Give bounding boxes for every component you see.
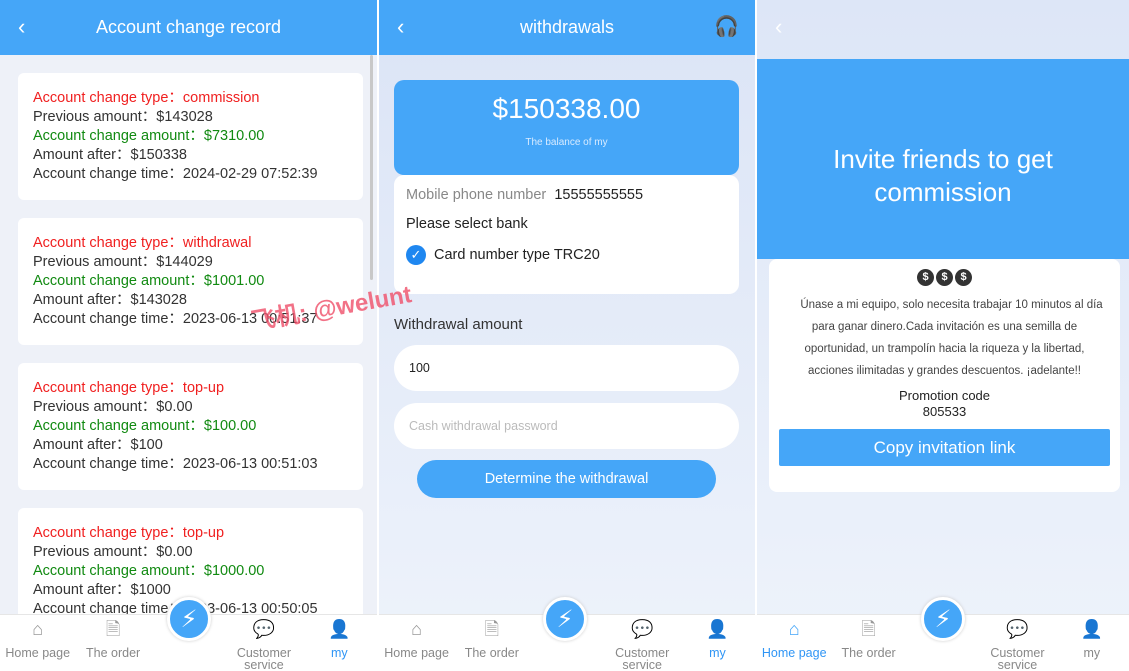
determine-withdrawal-button[interactable]: Determine the withdrawal (417, 460, 716, 498)
dollar-coins-icon: $ $ $ (769, 269, 1120, 286)
nav-order[interactable]: 🗎 The order (75, 615, 150, 671)
record-type: Account change type：top-up (33, 380, 225, 396)
record-prev: Previous amount：$0.00 (33, 544, 193, 560)
user-icon: 👤 (706, 619, 729, 639)
bank-option[interactable]: ✓ Card number type TRC20 (406, 245, 727, 265)
record-amount: Account change amount：$7310.00 (33, 128, 265, 144)
invite-text: Únase a mi equipo, solo necesita trabaja… (800, 299, 1103, 377)
record-prev: Previous amount：$0.00 (33, 399, 193, 415)
record-type: Account change type：top-up (33, 525, 225, 541)
order-icon: 🗎 (105, 619, 121, 639)
chat-icon: 💬 (1006, 619, 1029, 639)
bank-card: Mobile phone number 15555555555 Please s… (394, 175, 739, 294)
promo-code: 805533 (922, 404, 967, 419)
back-icon[interactable]: ‹ (397, 14, 404, 40)
lightning-button[interactable]: ⚡ (167, 597, 211, 641)
record-amount: Account change amount：$1000.00 (33, 563, 265, 579)
lightning-icon: ⚡ (934, 605, 952, 633)
nav-order[interactable]: 🗎 The order (454, 615, 529, 671)
record-amount: Account change amount：$100.00 (33, 418, 257, 434)
record-amount: Account change amount：$1001.00 (33, 273, 265, 289)
withdrawals-screen: ‹ withdrawals 🎧 $150338.00 The balance o… (379, 0, 755, 671)
nav-home[interactable]: ⌂ Home page (757, 615, 831, 671)
withdrawal-amount-input[interactable]: 100 (394, 345, 739, 391)
balance-card: $150338.00 The balance of my (394, 80, 739, 175)
record-time: Account change time：2023-06-13 00:51:03 (33, 456, 318, 472)
record-prev: Previous amount：$144029 (33, 254, 213, 270)
record-item: Account change type：top-up Previous amoun… (18, 363, 363, 490)
home-icon: ⌂ (32, 619, 44, 639)
record-item: Account change type：commission Previous a… (18, 73, 363, 200)
record-after: Amount after：$100 (33, 437, 163, 453)
home-icon: ⌂ (411, 619, 423, 639)
chat-icon: 💬 (631, 619, 654, 639)
customer-service-icon[interactable]: 🎧 (714, 14, 739, 39)
chat-icon: 💬 (252, 619, 276, 639)
account-change-record-screen: ‹ Account change record Account change t… (0, 0, 377, 671)
home-icon: ⌂ (788, 619, 800, 639)
lightning-button[interactable]: ⚡ (543, 597, 587, 641)
balance-label: The balance of my (525, 137, 608, 148)
phone-value: 15555555555 (554, 187, 644, 203)
lightning-icon: ⚡ (556, 605, 574, 633)
record-type: Account change type：commission (33, 90, 260, 106)
lightning-button[interactable]: ⚡ (921, 597, 965, 641)
nav-my[interactable]: 👤 my (1055, 615, 1129, 671)
invite-card: $ $ $ Únase a mi equipo, solo necesita tra… (769, 259, 1120, 492)
nav-my[interactable]: 👤 my (680, 615, 755, 671)
nav-customer-service[interactable]: 💬 Customer service (226, 615, 301, 671)
nav-customer-service[interactable]: 💬 Customer service (605, 615, 680, 671)
record-after: Amount after：$150338 (33, 147, 187, 163)
nav-my[interactable]: 👤 my (302, 615, 377, 671)
nav-home[interactable]: ⌂ Home page (0, 615, 75, 671)
balance-value: $150338.00 (492, 93, 641, 124)
invite-screen: ‹ Invite friends to get commission $ $ $ Ú… (757, 0, 1129, 671)
invite-title: Invite friends to get commission (757, 59, 1129, 259)
nav-order[interactable]: 🗎 The order (831, 615, 905, 671)
withdrawal-password-input[interactable]: Cash withdrawal password (394, 403, 739, 449)
back-icon[interactable]: ‹ (775, 14, 782, 40)
copy-invitation-link-button[interactable]: Copy invitation link (779, 429, 1110, 466)
user-icon: 👤 (1080, 619, 1104, 639)
scrollbar[interactable] (370, 55, 373, 280)
record-time: Account change time：2024-02-29 07:52:39 (33, 166, 318, 182)
page-title: withdrawals (519, 17, 615, 37)
back-icon[interactable]: ‹ (18, 14, 25, 40)
page-title: Account change record (95, 17, 282, 37)
header: ‹ withdrawals 🎧 (379, 0, 755, 55)
nav-customer-service[interactable]: 💬 Customer service (980, 615, 1054, 671)
lightning-icon: ⚡ (180, 605, 198, 633)
order-icon: 🗎 (861, 619, 876, 639)
record-prev: Previous amount：$143028 (33, 109, 213, 125)
record-type: Account change type：withdrawal (33, 235, 252, 251)
header: ‹ Account change record (0, 0, 377, 55)
order-icon: 🗎 (484, 619, 500, 639)
user-icon: 👤 (328, 619, 351, 639)
header: ‹ (757, 0, 1129, 59)
check-icon: ✓ (406, 245, 426, 265)
nav-home[interactable]: ⌂ Home page (379, 615, 454, 671)
